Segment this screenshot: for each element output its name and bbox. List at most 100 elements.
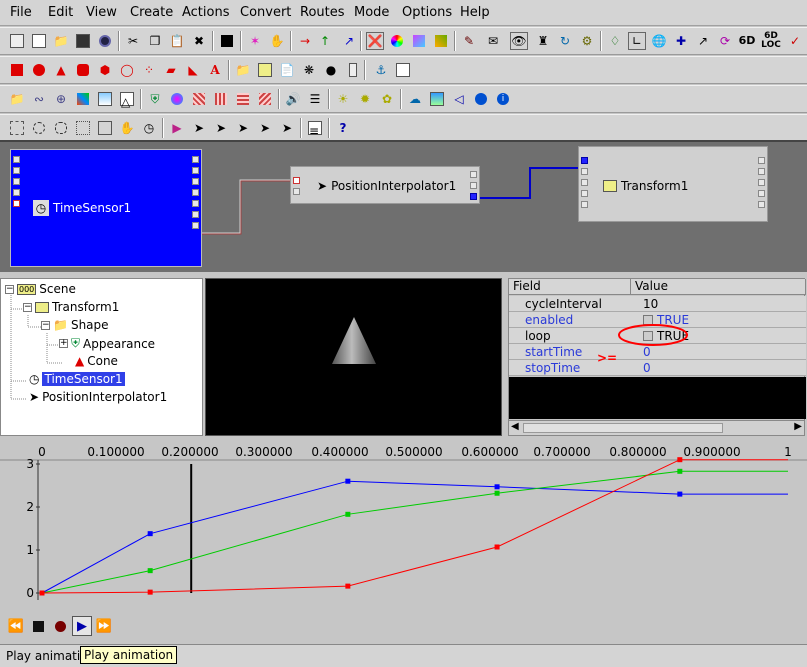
menu-file[interactable]: File — [10, 5, 32, 20]
elevation-grid-icon[interactable]: ▰ — [162, 61, 180, 79]
tree-node-scene[interactable]: − 000 Scene — [5, 282, 76, 296]
tree-node-time-sensor[interactable]: ◷ TimeSensor1 — [29, 372, 125, 386]
scale-icon[interactable]: ↗ — [694, 32, 712, 50]
cylinder-sensor-icon[interactable] — [8, 119, 26, 137]
sphere-icon[interactable] — [30, 61, 48, 79]
axis-xyz-icon[interactable]: ✚ — [672, 32, 690, 50]
axis-icon[interactable]: ∟ — [628, 32, 646, 50]
interpolator-graph[interactable]: 0 0.100000 0.200000 0.300000 0.400000 0.50000… — [0, 440, 807, 610]
line-set-icon[interactable]: ◯ — [118, 61, 136, 79]
stop-icon[interactable] — [218, 32, 236, 50]
expand-toggle[interactable]: + — [59, 339, 68, 348]
touch-sensor-icon[interactable]: ✋ — [118, 119, 136, 137]
rotate-icon[interactable]: ↻ — [556, 32, 574, 50]
3d-viewport[interactable] — [205, 278, 502, 436]
group-icon[interactable]: 📁 — [234, 61, 252, 79]
6d-icon[interactable]: 6D — [736, 32, 758, 50]
menu-actions[interactable]: Actions — [182, 5, 230, 20]
menu-convert[interactable]: Convert — [240, 5, 291, 20]
new-file-icon[interactable] — [8, 32, 26, 50]
tree-node-interpolator[interactable]: ➤ PositionInterpolator1 — [29, 390, 167, 404]
sound-icon[interactable]: 🔊 — [284, 90, 302, 108]
position-interpolator-icon[interactable]: ➤ — [256, 119, 274, 137]
eye-view-icon[interactable]: 👁 — [510, 32, 528, 50]
fast-forward-icon[interactable]: ⏩ — [94, 616, 114, 636]
box-icon[interactable] — [8, 61, 26, 79]
delete-icon[interactable]: ✖ — [190, 32, 208, 50]
color-interpolator-icon[interactable]: ▶ — [168, 119, 186, 137]
visibility-sensor-icon[interactable] — [96, 119, 114, 137]
pixel-texture-icon[interactable]: △ — [118, 90, 136, 109]
scroll-right-icon[interactable]: ▶ — [794, 421, 802, 432]
snap-icon[interactable]: ♢ — [606, 32, 624, 50]
copy-icon[interactable]: ❐ — [146, 32, 164, 50]
help-icon[interactable]: ? — [334, 119, 352, 137]
navigation-info-icon[interactable] — [472, 90, 490, 108]
6d-local-icon[interactable]: 6D LOC — [760, 32, 782, 50]
texture-transform-icon[interactable] — [256, 90, 274, 108]
route-icon[interactable]: ∾ — [30, 90, 48, 108]
collapse-toggle[interactable]: − — [5, 284, 14, 294]
open-folder-icon[interactable]: 📁 — [52, 32, 70, 50]
extrusion-icon[interactable]: ◣ — [184, 61, 202, 79]
billboard-icon[interactable]: ❋ — [300, 61, 318, 79]
anchor-icon[interactable]: ⚓ — [372, 61, 390, 79]
node-position-interpolator[interactable]: ➤ PositionInterpolator1 — [290, 166, 480, 204]
fog-icon[interactable]: ☁ — [406, 90, 424, 108]
paste-icon[interactable]: 📋 — [168, 32, 186, 50]
point-set-icon[interactable]: ⁘ — [140, 61, 158, 79]
cross-select-icon[interactable]: ❌ — [366, 32, 384, 50]
rewind-icon[interactable]: ⏪ — [6, 616, 26, 636]
viewpoint-icon[interactable]: ◁ — [450, 90, 468, 108]
menu-help[interactable]: Help — [460, 5, 490, 20]
cylinder-icon[interactable] — [74, 61, 92, 79]
stop-button[interactable] — [28, 616, 48, 636]
node-transform[interactable]: Transform1 — [578, 146, 768, 222]
play-button[interactable]: ▶ — [72, 616, 92, 636]
collapse-toggle[interactable]: − — [41, 320, 50, 330]
cut-icon[interactable]: ✂ — [124, 32, 142, 50]
more-icon[interactable]: ✓ — [786, 32, 804, 50]
record-button[interactable] — [50, 616, 70, 636]
script-icon[interactable]: ≡ — [306, 119, 324, 138]
cone-icon[interactable]: ▲ — [52, 61, 70, 79]
proximity-sensor-icon[interactable] — [74, 119, 92, 137]
collision-icon[interactable] — [344, 61, 362, 79]
appearance-icon[interactable] — [74, 90, 92, 108]
sensor-icon[interactable]: ⊕ — [52, 90, 70, 108]
image-texture-icon[interactable] — [96, 90, 114, 108]
menu-routes[interactable]: Routes — [300, 5, 345, 20]
examine-icon[interactable]: ♜ — [534, 32, 552, 50]
normal-interpolator-icon[interactable]: ➤ — [212, 119, 230, 137]
audio-clip-icon[interactable]: ☰ — [306, 90, 324, 108]
arrow-up-icon[interactable]: ↑ — [316, 32, 334, 50]
collapse-toggle[interactable]: − — [23, 302, 32, 312]
inline-icon[interactable] — [394, 61, 412, 79]
menu-create[interactable]: Create — [130, 5, 173, 20]
node-time-sensor[interactable]: ◷ TimeSensor1 — [10, 149, 202, 267]
color-wheel-icon[interactable] — [388, 32, 406, 50]
shield-icon[interactable]: ⛨ — [146, 90, 164, 108]
switch-icon[interactable]: 📄 — [278, 61, 296, 79]
close-file-icon[interactable] — [30, 32, 48, 50]
menu-edit[interactable]: Edit — [48, 5, 73, 20]
rotate-axis-icon[interactable]: ⟳ — [716, 32, 734, 50]
menu-mode[interactable]: Mode — [354, 5, 389, 20]
directional-light-icon[interactable]: ☀ — [334, 90, 352, 108]
tree-node-appearance[interactable]: + ⛨ Appearance — [59, 336, 155, 351]
coordinate-interpolator-icon[interactable]: ➤ — [190, 119, 208, 137]
lod-icon[interactable]: ● — [322, 61, 340, 79]
menu-view[interactable]: View — [86, 5, 117, 20]
globe-icon[interactable]: 🌐 — [650, 32, 668, 50]
indexed-face-set-icon[interactable]: ⬢ — [96, 61, 114, 79]
transform-icon[interactable] — [256, 61, 274, 79]
scroll-left-icon[interactable]: ◀ — [511, 421, 519, 432]
sphere-sensor-icon[interactable] — [30, 119, 48, 137]
arrow-right-icon[interactable]: → — [296, 32, 314, 50]
group-node-icon[interactable]: 📁 — [8, 90, 26, 108]
tree-node-cone[interactable]: ▲ Cone — [75, 354, 118, 368]
route-editor[interactable]: ◷ TimeSensor1 ➤ PositionInterpolator1 Tr… — [0, 140, 807, 272]
normal-icon[interactable] — [212, 90, 230, 108]
color-node-icon[interactable] — [168, 90, 186, 108]
preview-icon[interactable] — [96, 32, 114, 50]
